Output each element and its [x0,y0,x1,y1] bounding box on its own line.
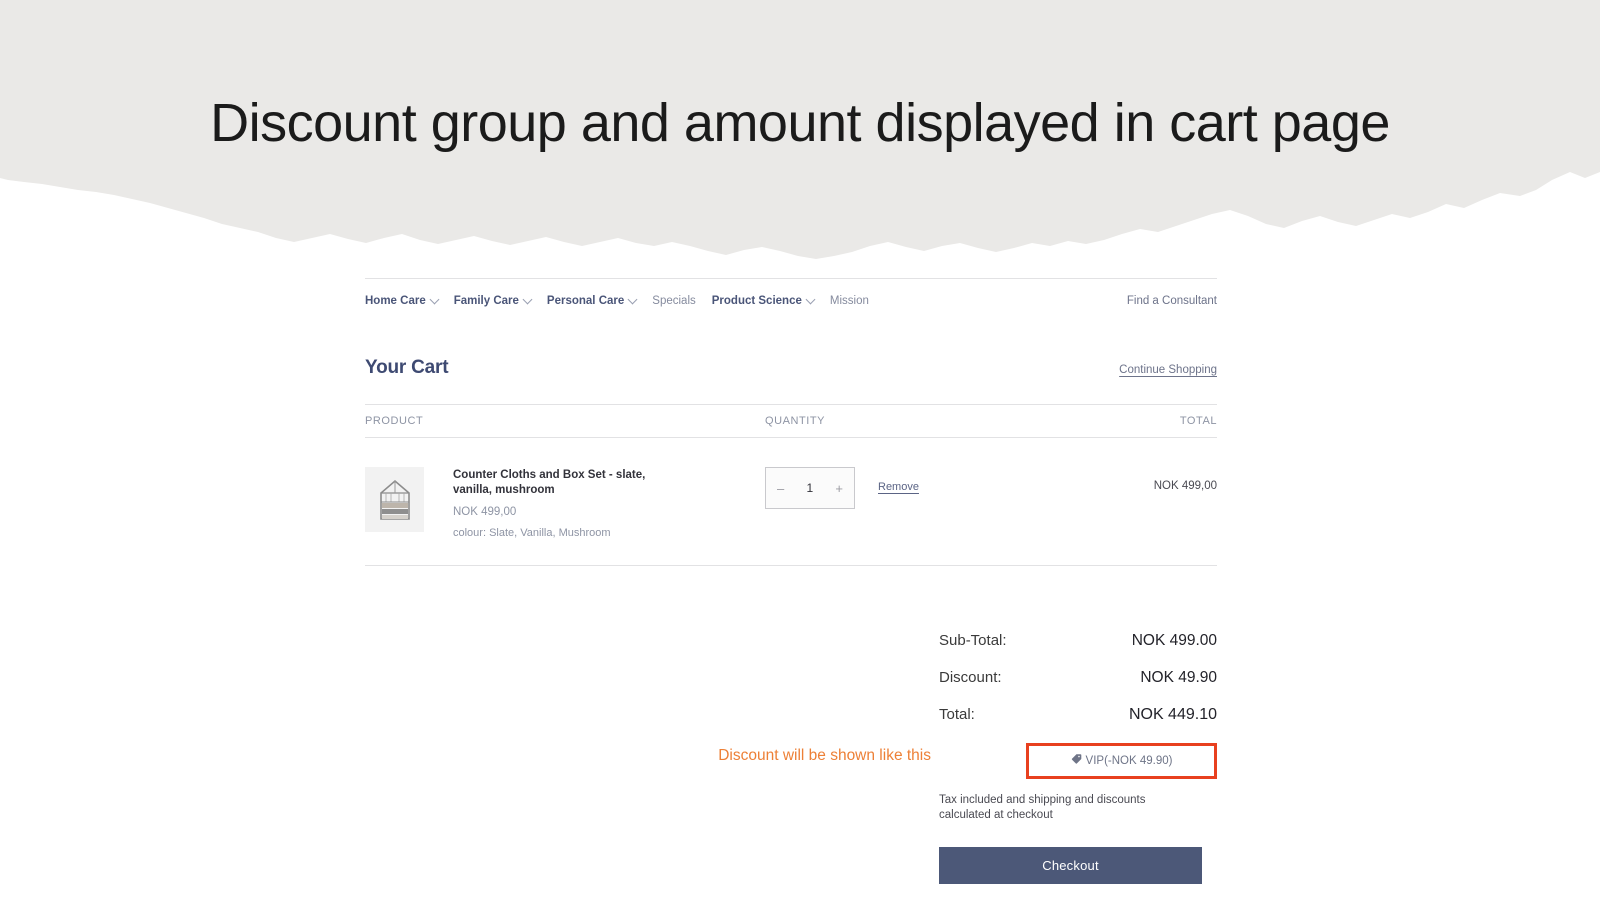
subtotal-value: NOK 499.00 [1131,631,1217,649]
nav-item-label: Product Science [711,295,802,307]
quantity-cell: – 1 + Remove [765,466,1045,509]
quantity-increment-button[interactable]: + [835,482,843,495]
annotation-callout-text: Discount will be shown like this [718,746,931,764]
nav-item-mission[interactable]: Mission [830,295,869,307]
nav-item-label: Family Care [453,295,519,307]
torn-paper-banner: Discount group and amount displayed in c… [0,0,1600,260]
continue-shopping-link[interactable]: Continue Shopping [1119,364,1217,376]
product-thumbnail-image [379,479,410,520]
nav-item-specials[interactable]: Specials [652,295,695,307]
vip-discount-badge: VIP(-NOK 49.90) [1071,753,1173,769]
nav-item-label: Mission [829,295,869,307]
slide-canvas: Discount group and amount displayed in c… [0,0,1600,900]
discount-badge-row: Discount will be shown like this VIP(-NO… [718,742,1217,779]
cart-header-row: Your Cart Continue Shopping [365,357,1217,379]
column-header-quantity: QUANTITY [765,415,826,427]
product-thumbnail[interactable] [365,467,424,532]
subtotal-label: Sub-Total: [939,631,1007,649]
chevron-down-icon [627,294,638,304]
cart-title: Your Cart [365,357,449,378]
quantity-value[interactable]: 1 [806,481,813,495]
column-header-product: PRODUCT [365,415,424,427]
nav-item-label: Personal Care [546,295,625,307]
cart-table-header: PRODUCT QUANTITY TOTAL [365,405,1217,437]
quantity-stepper[interactable]: – 1 + [765,467,855,509]
vip-discount-label: VIP(-NOK 49.90) [1085,754,1173,767]
annotation-highlight-box: VIP(-NOK 49.90) [1026,742,1217,779]
product-variant: colour: Slate, Vanilla, Mushroom [453,526,611,539]
subtotal-row: Sub-Total: NOK 499.00 [939,632,1217,650]
column-header-total: TOTAL [1179,415,1217,427]
site-navigation: Home Care Family Care Personal Care Spec… [365,279,1217,317]
discount-label: Discount: [939,668,1002,686]
tag-icon [1071,754,1082,769]
find-a-consultant-link[interactable]: Find a Consultant [1127,295,1217,307]
chevron-down-icon [429,294,440,304]
tax-shipping-note: Tax included and shipping and discounts … [939,793,1146,822]
cart-screenshot: Home Care Family Care Personal Care Spec… [365,278,1217,885]
nav-item-family-care[interactable]: Family Care [453,294,533,307]
total-value: NOK 449.10 [1128,705,1217,723]
order-summary: Sub-Total: NOK 499.00 Discount: NOK 49.9… [718,632,1217,885]
nav-item-product-science[interactable]: Product Science [711,294,816,307]
chevron-down-icon [522,294,533,304]
checkout-button[interactable]: Checkout [939,847,1202,885]
cart-line-item: Counter Cloths and Box Set - slate, vani… [365,438,1217,565]
nav-item-personal-care[interactable]: Personal Care [546,294,638,307]
grand-total-row: Total: NOK 449.10 [939,706,1217,724]
discount-amount-row: Discount: NOK 49.90 [939,669,1217,687]
remove-item-link[interactable]: Remove [878,481,919,493]
nav-item-label: Home Care [365,295,426,307]
product-name[interactable]: Counter Cloths and Box Set - slate, vani… [453,468,649,499]
line-item-divider [365,564,1217,566]
chevron-down-icon [805,294,816,304]
discount-value: NOK 49.90 [1140,668,1217,686]
total-label: Total: [939,705,975,723]
product-info: Counter Cloths and Box Set - slate, vani… [453,466,765,539]
product-unit-price: NOK 499,00 [453,505,517,518]
nav-item-label: Specials [652,295,696,307]
nav-item-home-care[interactable]: Home Care [365,294,440,307]
page-title: Discount group and amount displayed in c… [210,93,1390,153]
line-item-total: NOK 499,00 [1153,480,1217,492]
quantity-decrement-button[interactable]: – [777,482,784,495]
